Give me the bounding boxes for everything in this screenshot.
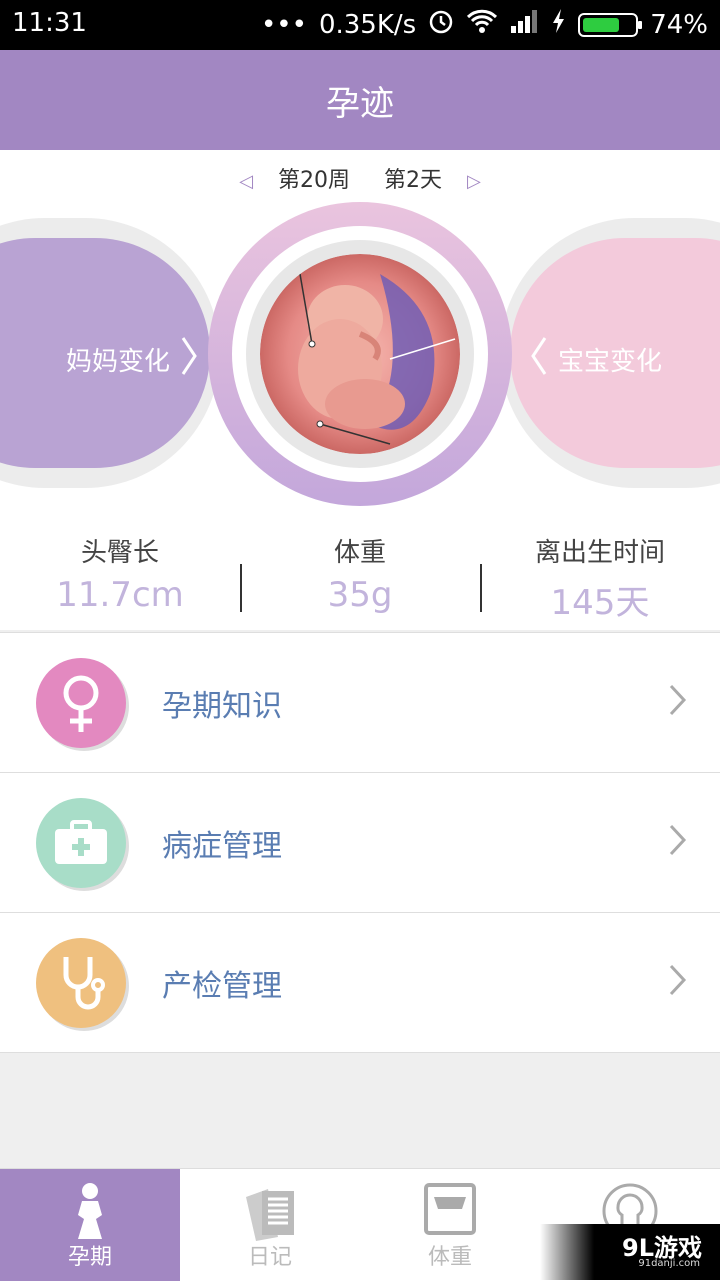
- chevron-right-icon: [180, 336, 198, 382]
- mom-changes-card[interactable]: 妈妈变化: [0, 218, 220, 488]
- stat-crown-rump-length: 头臀长 11.7cm: [0, 520, 240, 630]
- tab-label: 日记: [247, 1245, 292, 1270]
- stat-value: 35g: [327, 575, 393, 615]
- site-watermark: 9L游戏 91danji.com: [540, 1224, 720, 1280]
- signal-icon: [510, 8, 540, 41]
- mom-changes-label: 妈妈变化: [65, 346, 170, 377]
- next-day-arrow-icon[interactable]: ▷: [467, 171, 481, 192]
- status-time: 11:31: [12, 8, 87, 38]
- week-navigator: ◁ 第20周 第2天 ▷: [0, 162, 720, 194]
- menu-item-label: 孕期知识: [162, 689, 282, 724]
- chevron-right-icon: [668, 963, 688, 1001]
- battery-percent: 74%: [650, 9, 708, 40]
- menu-item-pregnancy-knowledge[interactable]: 孕期知识: [0, 632, 720, 772]
- stats-row: 头臀长 11.7cm 体重 35g 离出生时间 145天: [0, 520, 720, 630]
- tab-diary[interactable]: 日记: [180, 1169, 360, 1281]
- feature-menu: 孕期知识 病症管理 产检管理: [0, 632, 720, 1053]
- stat-days-to-birth: 离出生时间 145天: [480, 520, 720, 630]
- stat-label: 头臀长: [80, 538, 159, 568]
- scale-icon: [420, 1181, 480, 1241]
- week-label: 第20周: [278, 168, 350, 193]
- tab-weight[interactable]: 体重: [360, 1169, 540, 1281]
- female-symbol-icon: [36, 658, 126, 748]
- stat-value: 145天: [550, 583, 650, 623]
- page-title: 孕迹: [326, 83, 394, 124]
- battery-icon: [578, 12, 643, 37]
- baby-changes-card[interactable]: 宝宝变化: [500, 218, 720, 488]
- diary-icon: [240, 1181, 300, 1241]
- medical-kit-icon: [36, 798, 126, 888]
- stethoscope-icon: [36, 938, 126, 1028]
- tab-label: 体重: [427, 1245, 472, 1270]
- stat-label: 体重: [333, 538, 386, 568]
- fetus-illustration: [260, 254, 460, 454]
- menu-item-label: 病症管理: [162, 829, 282, 864]
- day-label: 第2天: [384, 168, 442, 193]
- chevron-right-icon: [668, 823, 688, 861]
- status-bar: 11:31 ••• 0.35K/s 74%: [0, 0, 720, 50]
- hero-section: ◁ 第20周 第2天 ▷ 妈妈变化 宝宝变化 头臀长 11.7cm 体重 35g…: [0, 150, 720, 630]
- watermark-domain: 91danji.com: [638, 1258, 700, 1269]
- menu-item-symptom-management[interactable]: 病症管理: [0, 772, 720, 912]
- wifi-icon: [466, 8, 498, 41]
- chevron-left-icon: [530, 336, 548, 382]
- prev-day-arrow-icon[interactable]: ◁: [239, 171, 253, 192]
- stat-label: 离出生时间: [534, 538, 665, 568]
- net-speed: 0.35K/s: [318, 9, 417, 40]
- chevron-right-icon: [668, 683, 688, 721]
- menu-item-label: 产检管理: [162, 969, 282, 1004]
- tab-pregnancy[interactable]: 孕期: [0, 1169, 180, 1281]
- baby-changes-label: 宝宝变化: [558, 346, 663, 377]
- status-right: ••• 0.35K/s 74%: [261, 8, 708, 41]
- menu-item-prenatal-checkup[interactable]: 产检管理: [0, 912, 720, 1053]
- notification-dots: •••: [260, 9, 307, 40]
- fetus-ring[interactable]: [208, 202, 512, 506]
- pregnant-woman-icon: [60, 1181, 120, 1241]
- tab-label: 孕期: [67, 1245, 112, 1270]
- charging-icon: [552, 8, 566, 41]
- stat-value: 11.7cm: [56, 575, 184, 615]
- app-bar: 孕迹: [0, 50, 720, 150]
- stat-weight: 体重 35g: [240, 520, 480, 630]
- alarm-icon: [428, 8, 454, 41]
